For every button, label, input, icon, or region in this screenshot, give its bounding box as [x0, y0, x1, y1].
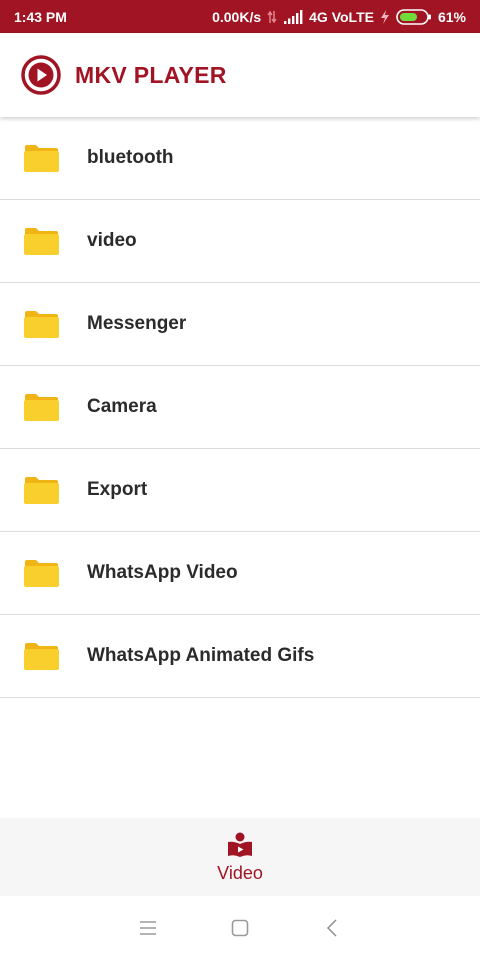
folder-icon — [23, 476, 59, 504]
folder-item-whatsapp-animated-gifs[interactable]: WhatsApp Animated Gifs — [0, 615, 480, 698]
data-arrows-icon — [267, 10, 277, 24]
folder-name: WhatsApp Video — [87, 562, 238, 583]
play-circle-icon — [21, 55, 61, 95]
folder-item-camera[interactable]: Camera — [0, 366, 480, 449]
system-nav-bar — [0, 896, 480, 960]
folder-item-messenger[interactable]: Messenger — [0, 283, 480, 366]
menu-icon[interactable] — [136, 916, 160, 940]
folder-icon — [23, 559, 59, 587]
folder-icon — [23, 310, 59, 338]
battery-percent: 61% — [437, 8, 466, 25]
folder-name: Camera — [87, 396, 157, 417]
folder-list: bluetooth video Messenger Camera Export … — [0, 117, 480, 698]
signal-icon — [283, 9, 303, 24]
folder-name: video — [87, 230, 137, 251]
bottom-nav: Video — [0, 818, 480, 896]
folder-item-whatsapp-video[interactable]: WhatsApp Video — [0, 532, 480, 615]
folder-name: bluetooth — [87, 147, 174, 168]
folder-item-video[interactable]: video — [0, 200, 480, 283]
charging-icon — [380, 9, 390, 24]
battery-icon — [396, 8, 432, 25]
app-bar: MKV PLAYER — [0, 33, 480, 117]
network-type: 4G VoLTE — [309, 8, 374, 25]
folder-name: WhatsApp Animated Gifs — [87, 645, 315, 666]
tab-video-label: Video — [217, 862, 263, 883]
network-speed: 0.00K/s — [212, 8, 262, 25]
status-bar: 1:43 PM 0.00K/s 4G VoLTE 61% — [0, 0, 480, 33]
home-icon[interactable] — [228, 916, 252, 940]
folder-name: Export — [87, 479, 148, 500]
status-indicators: 0.00K/s 4G VoLTE 61% — [212, 9, 466, 25]
folder-icon — [23, 144, 59, 172]
app-title: MKV PLAYER — [75, 61, 227, 88]
folder-item-bluetooth[interactable]: bluetooth — [0, 117, 480, 200]
folder-item-export[interactable]: Export — [0, 449, 480, 532]
folder-icon — [23, 393, 59, 421]
folder-icon — [23, 642, 59, 670]
tab-video[interactable]: Video — [217, 831, 263, 884]
back-icon[interactable] — [320, 916, 344, 940]
status-time: 1:43 PM — [14, 8, 67, 25]
video-library-icon — [226, 831, 254, 859]
folder-name: Messenger — [87, 313, 187, 334]
folder-icon — [23, 227, 59, 255]
